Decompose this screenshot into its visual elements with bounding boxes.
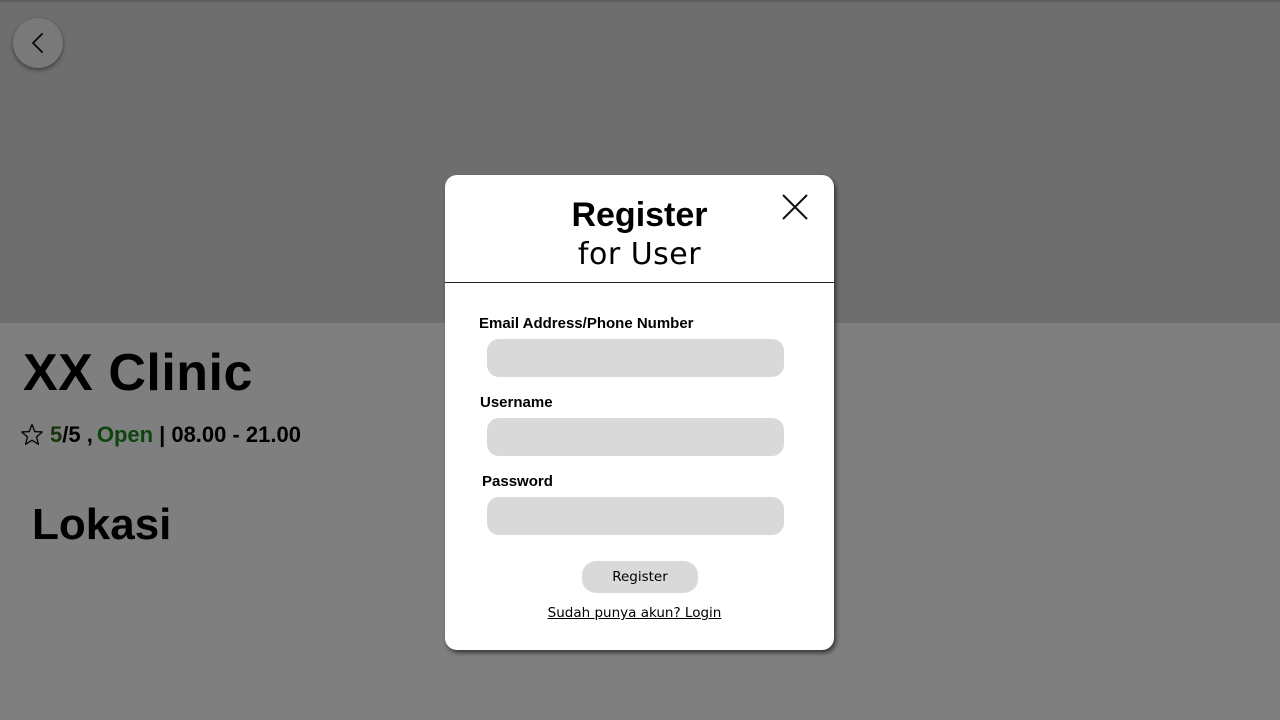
register-modal: Register for User Email Address/Phone Nu… [445, 175, 834, 650]
password-label: Password [482, 473, 553, 490]
close-icon [782, 194, 808, 220]
register-button[interactable]: Register [582, 561, 698, 593]
clinic-page: XX Clinic 5 /5 , Open | 08.00 - 21.00 Lo… [0, 0, 1280, 720]
email-label: Email Address/Phone Number [479, 315, 694, 332]
close-button[interactable] [780, 192, 810, 222]
modal-subtitle: for User [577, 237, 702, 272]
password-input[interactable] [487, 497, 784, 535]
email-input[interactable] [487, 339, 784, 377]
username-input[interactable] [487, 418, 784, 456]
login-link[interactable]: Sudah punya akun? Login [445, 605, 824, 621]
modal-title: Register [571, 196, 708, 234]
username-label: Username [480, 394, 553, 411]
modal-divider [445, 282, 834, 283]
